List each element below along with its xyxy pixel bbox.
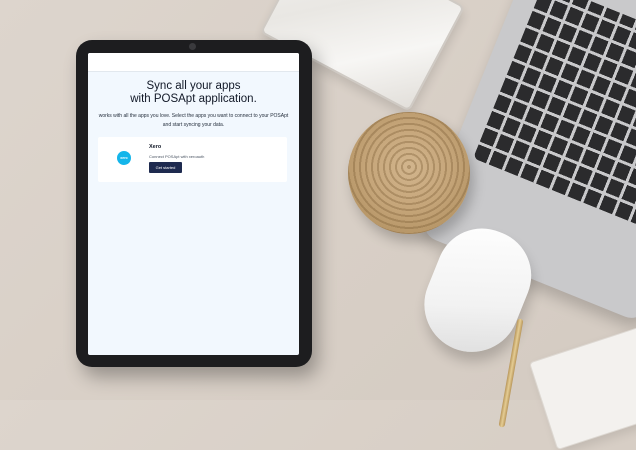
basket-weave [348, 112, 470, 234]
integration-card-xero: xero Xero Connect POSApt with xeroauth G… [98, 137, 287, 182]
tablet-device: Sync all your apps with POSApt applicati… [76, 40, 312, 367]
page-title-line-1: Sync all your apps [146, 80, 241, 92]
tablet-camera [189, 43, 196, 50]
page-subtitle-line-2: and start syncing your data. [162, 122, 225, 128]
page-title: Sync all your apps with POSApt applicati… [88, 80, 299, 106]
app-header-bar [88, 53, 299, 72]
page-subtitle: works with all the apps you love. Select… [88, 112, 299, 130]
integration-name: Xero [149, 144, 162, 150]
notebook [529, 321, 636, 450]
integration-description: Connect POSApt with xeroauth [149, 154, 205, 159]
laptop-keyboard [472, 0, 636, 226]
woven-basket [348, 112, 470, 234]
get-started-button[interactable]: Get started [149, 162, 182, 173]
tablet-screen: Sync all your apps with POSApt applicati… [88, 53, 299, 355]
page-subtitle-line-1: works with all the apps you love. Select… [98, 113, 289, 119]
page-title-line-2: with POSApt application. [130, 93, 257, 105]
xero-logo-icon: xero [117, 151, 131, 165]
